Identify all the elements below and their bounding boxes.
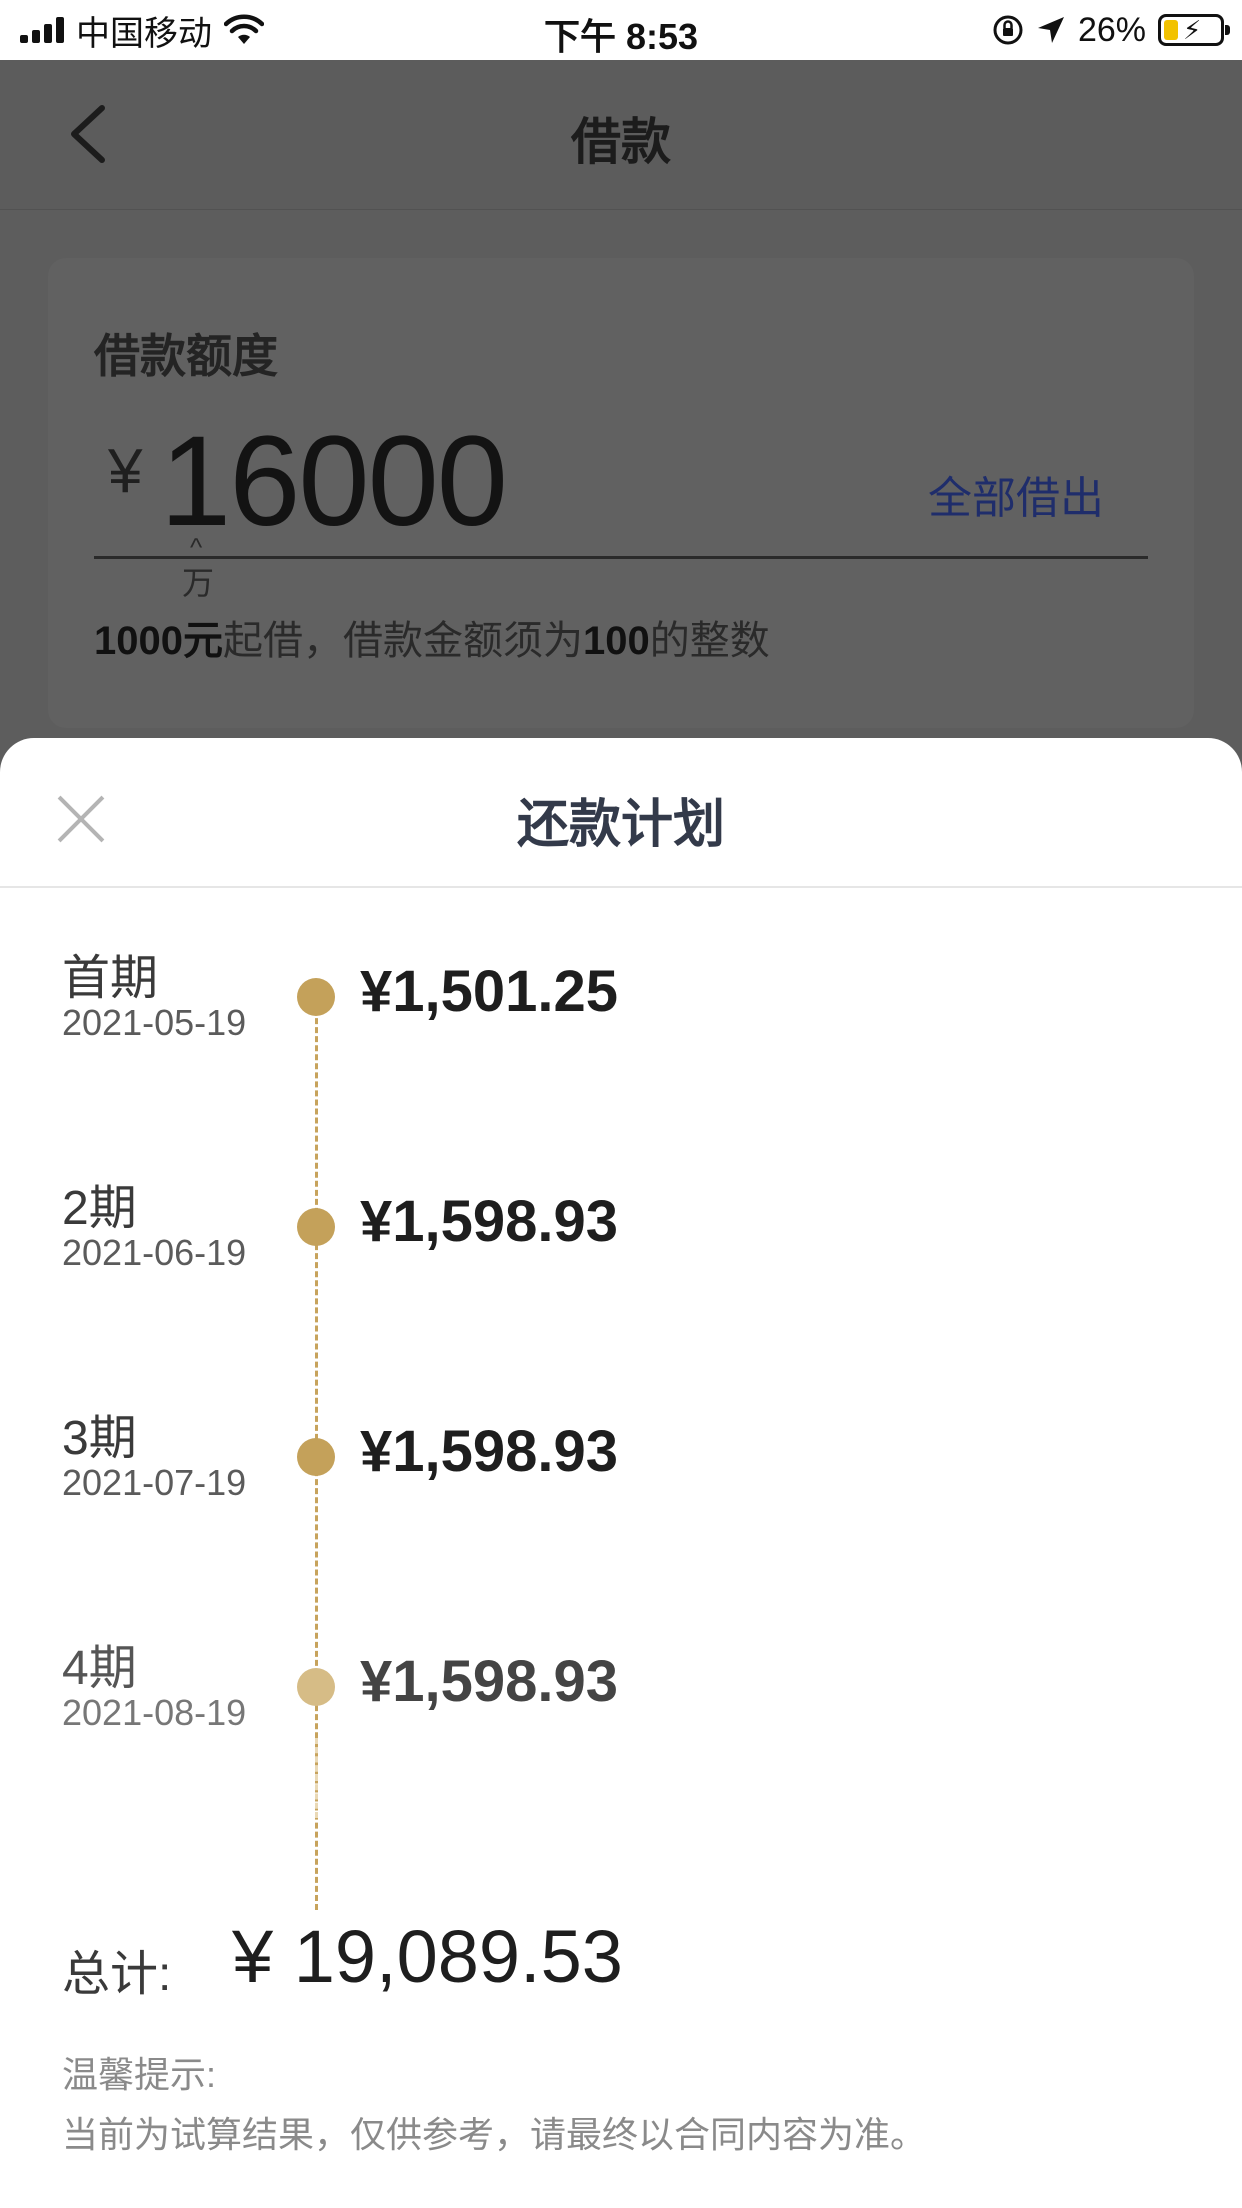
hint-num: 100 [582, 619, 650, 663]
installment-date: 2021-07-19 [62, 1462, 247, 1503]
tip-text: 当前为试算结果，仅供参考，请最终以合同内容为准。 [62, 2114, 927, 2155]
amount-underline [94, 556, 1148, 559]
timeline-dot [297, 1438, 335, 1476]
installment-date: 2021-05-19 [62, 1002, 247, 1043]
status-right: 26% ⚡ [992, 10, 1230, 50]
borrow-all-button[interactable]: 全部借出 [928, 462, 1104, 526]
timeline-dot [297, 978, 335, 1016]
installment-amount: ¥1,598.93 [360, 1419, 619, 1484]
loan-amount-card: 借款额度 ¥ 16000 全部借出 ^ 万 1000元起借，借款金额须为100的… [48, 258, 1194, 728]
installment-amount: ¥1,598.93 [360, 1649, 619, 1714]
loan-limit-label: 借款额度 [94, 330, 278, 382]
installment-date: 2021-08-19 [62, 1692, 247, 1733]
sheet-divider [0, 886, 1242, 888]
installment-row: 4期 2021-08-19 ¥1,598.93 [0, 1628, 1242, 1748]
timeline-line-tail [315, 1738, 318, 1818]
installment-row: 2期 2021-06-19 ¥1,598.93 [0, 1168, 1242, 1288]
installment-date: 2021-06-19 [62, 1232, 247, 1273]
currency-symbol: ¥ [108, 437, 143, 506]
tips-section: 温馨提示: 当前为试算结果，仅供参考，请最终以合同内容为准。 [62, 2046, 1162, 2158]
orientation-lock-icon [993, 15, 1023, 45]
timeline-dot [297, 1208, 335, 1246]
nav-bar: 借款 [0, 60, 1242, 210]
total-row: 总计: ¥ 19,089.53 [62, 1914, 1162, 2004]
loan-rule-hint: 1000元起借，借款金额须为100的整数 [94, 608, 770, 666]
installment-period: 2期 [62, 1182, 137, 1235]
total-value: ¥ 19,089.53 [232, 1915, 623, 1998]
installment-amount: ¥1,501.25 [360, 959, 619, 1024]
total-label: 总计: [62, 1948, 172, 2001]
status-bar: 中国移动 下午 8:53 26% ⚡ [0, 0, 1242, 60]
battery-fill [1164, 20, 1178, 40]
hint-mid: 起借，借款金额须为 [222, 619, 583, 663]
installment-period: 4期 [62, 1642, 137, 1695]
timeline-dot [297, 1668, 335, 1706]
charging-bolt-icon: ⚡ [1183, 15, 1202, 45]
installment-row: 3期 2021-07-19 ¥1,598.93 [0, 1398, 1242, 1518]
installment-period: 3期 [62, 1412, 137, 1465]
installment-period: 首期 [62, 952, 159, 1005]
loan-amount-input[interactable]: 16000 [160, 408, 508, 555]
battery-percent: 26% [1077, 10, 1146, 49]
tip-title: 温馨提示: [62, 2054, 217, 2095]
hint-min: 1000元 [94, 619, 223, 663]
hint-end: 的整数 [649, 619, 770, 663]
location-icon [1037, 17, 1064, 43]
installment-row: 首期 2021-05-19 ¥1,501.25 [0, 938, 1242, 1058]
battery-icon: ⚡ [1158, 14, 1230, 46]
unit-hint: 万 [182, 565, 215, 601]
sheet-title: 还款计划 [516, 796, 725, 854]
page-title: 借款 [571, 114, 671, 170]
repayment-plan-sheet: 还款计划 首期 2021-05-19 ¥1,501.25 2期 2021-06-… [0, 738, 1242, 2208]
installment-amount: ¥1,598.93 [360, 1189, 619, 1254]
